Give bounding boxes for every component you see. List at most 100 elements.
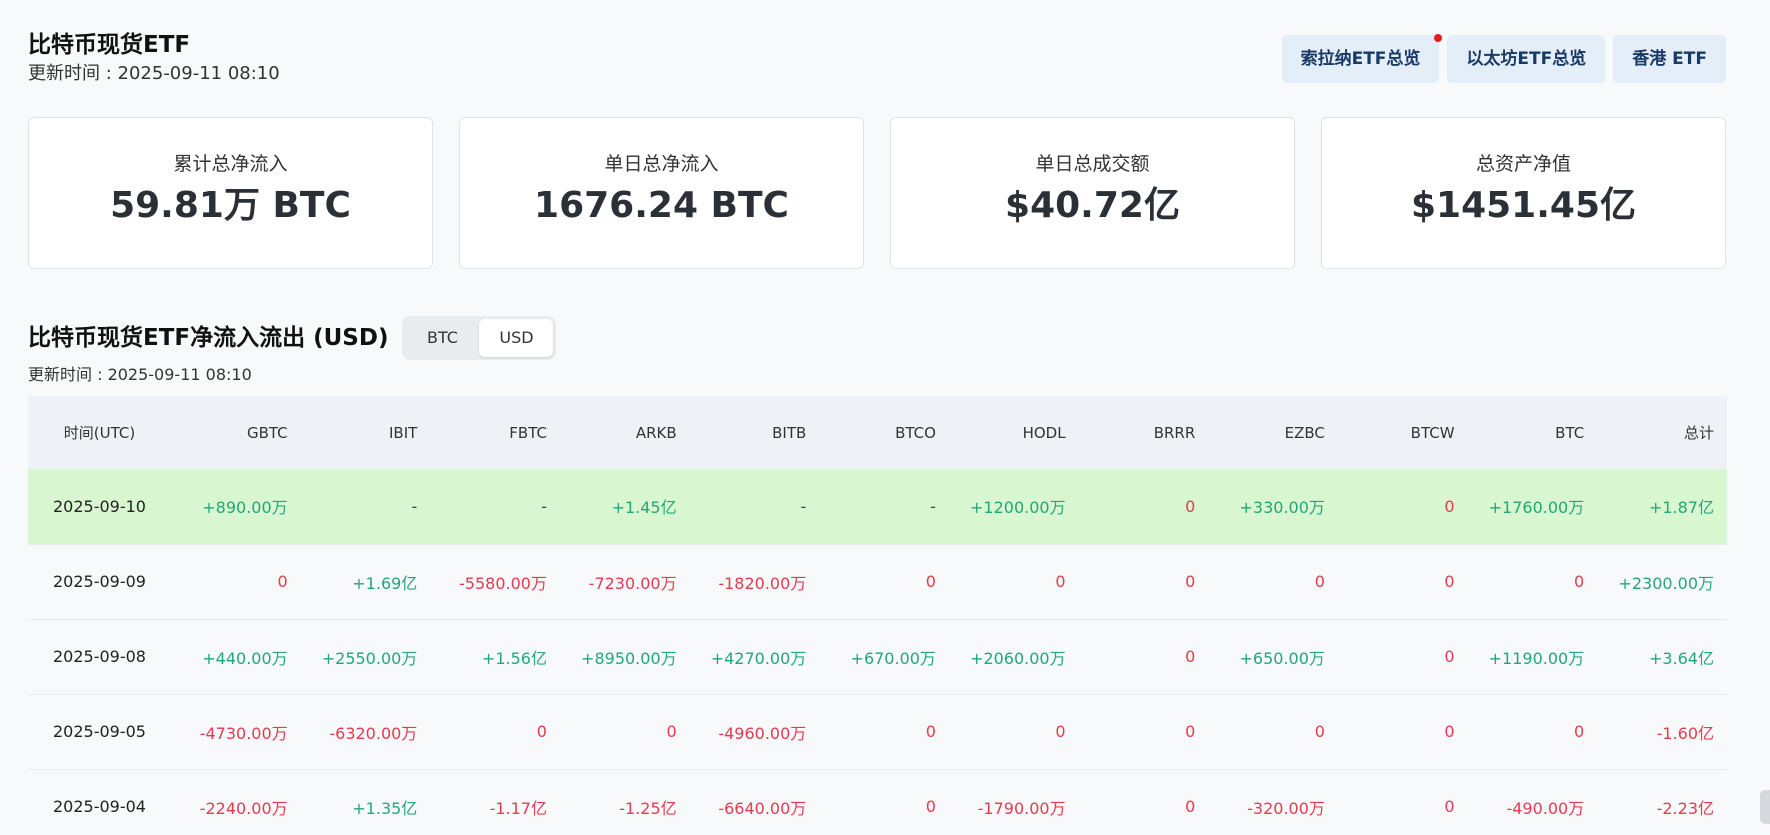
flow-cell: 0 [819,544,949,620]
flow-cell: -4730.00万 [171,694,301,770]
flow-cell: -5580.00万 [430,544,560,620]
flow-cell: - [300,469,431,545]
flow-cell: -4960.00万 [689,694,820,770]
etf-flow-table: 时间(UTC) GBTC IBIT FBTC ARKB BITB BTCO HODL BRRR E… [28,396,1727,835]
column-header: EZBC [1208,396,1338,469]
flow-cell: +670.00万 [819,619,949,695]
date-cell: 2025-09-05 [28,694,171,770]
flow-cell: +4270.00万 [689,619,820,695]
flow-cell: +1.69亿 [300,544,431,620]
flow-cell: +1760.00万 [1467,469,1598,545]
column-header: ARKB [559,396,690,469]
flow-cell: 0 [1078,469,1209,545]
page-header: 比特币现货ETF 更新时间 : 2025-09-11 08:10 [28,30,280,86]
notification-dot-icon [1434,34,1443,42]
flow-cell: +1.56亿 [430,619,560,695]
flow-cell: +1.35亿 [300,769,431,835]
date-cell: 2025-09-09 [28,544,171,620]
scrollbar[interactable] [1760,790,1770,824]
section-title: 比特币现货ETF净流入流出 (USD) [28,325,389,351]
column-header: GBTC [171,396,301,469]
flow-cell: +3.64亿 [1597,619,1727,695]
flow-cell: +1.87亿 [1597,469,1727,545]
button-label: 索拉纳ETF总览 [1300,49,1421,69]
table-row: 2025-09-08 +440.00万 +2550.00万 +1.56亿 +8950.0… [28,619,1727,695]
flow-cell: -490.00万 [1467,769,1598,835]
flow-cell: +1200.00万 [948,469,1079,545]
column-header: 时间(UTC) [28,396,171,469]
stat-value: 59.81万 BTC [110,185,351,226]
flow-cell: - [819,469,949,545]
flow-cell: 0 [559,694,690,770]
flow-cell: 0 [1337,619,1468,695]
flow-cell: -1.25亿 [559,769,690,835]
flow-cell: -1820.00万 [689,544,820,620]
stat-value: $40.72亿 [1005,185,1180,226]
flow-cell: 0 [1078,544,1209,620]
solana-etf-overview-button[interactable]: 索拉纳ETF总览 [1281,34,1443,83]
button-label: 香港 ETF [1632,49,1707,69]
table-row: 2025-09-10 +890.00万 - - +1.45亿 - - +1200.00万 0 +3… [28,469,1727,545]
flow-cell: - [430,469,560,545]
date-cell: 2025-09-08 [28,619,171,695]
section-header: 比特币现货ETF净流入流出 (USD) BTC USD [28,316,557,360]
table-header-row: 时间(UTC) GBTC IBIT FBTC ARKB BITB BTCO HODL BRRR E… [28,396,1727,469]
flow-cell: 0 [171,544,301,620]
flow-cell: 0 [1078,769,1209,835]
column-header: IBIT [300,396,431,469]
column-header: BITB [689,396,820,469]
toggle-usd[interactable]: USD [479,319,554,357]
flow-cell: +440.00万 [171,619,301,695]
stat-card-cumulative-inflow: 累计总净流入 59.81万 BTC [28,117,433,269]
stat-label: 总资产净值 [1475,153,1571,175]
flow-cell: +2550.00万 [300,619,431,695]
column-header: FBTC [430,396,560,469]
flow-cell: +8950.00万 [559,619,690,695]
flow-cell: -1.60亿 [1597,694,1727,770]
flow-cell: +2060.00万 [948,619,1079,695]
table-row: 2025-09-04 -2240.00万 +1.35亿 -1.17亿 -1.25亿 -66… [28,769,1727,835]
flow-cell: 0 [1467,694,1598,770]
flow-cell: 0 [819,769,949,835]
stat-label: 单日总净流入 [604,153,719,175]
stat-value: $1451.45亿 [1410,185,1637,226]
flow-cell: 0 [948,544,1079,620]
flow-cell: +2300.00万 [1597,544,1727,620]
update-time: 更新时间 : 2025-09-11 08:10 [28,63,280,84]
flow-cell: 0 [1208,694,1338,770]
flow-cell: 0 [1337,694,1468,770]
toggle-btc[interactable]: BTC [405,319,479,357]
flow-cell: 0 [1467,544,1598,620]
flow-cell: +1190.00万 [1467,619,1598,695]
flow-cell: 0 [1078,619,1209,695]
flow-cell: -7230.00万 [559,544,690,620]
date-cell: 2025-09-04 [28,769,171,835]
flow-cell: 0 [819,694,949,770]
table-row: 2025-09-09 0 +1.69亿 -5580.00万 -7230.00万 -1820… [28,544,1727,620]
flow-cell: -6640.00万 [689,769,820,835]
flow-cell: +890.00万 [171,469,301,545]
flow-cell: +1.45亿 [559,469,690,545]
column-header: HODL [948,396,1079,469]
flow-cell: 0 [1337,544,1468,620]
table-row: 2025-09-05 -4730.00万 -6320.00万 0 0 -4960.00万 0… [28,694,1727,770]
flow-cell: 0 [948,694,1079,770]
flow-cell: -1790.00万 [948,769,1079,835]
column-header: BTCW [1337,396,1468,469]
flow-cell: 0 [1208,544,1338,620]
flow-cell: -320.00万 [1208,769,1338,835]
flow-cell: 0 [1078,694,1209,770]
stat-card-total-net-assets: 总资产净值 $1451.45亿 [1321,117,1726,269]
hongkong-etf-button[interactable]: 香港 ETF [1613,35,1726,83]
ethereum-etf-overview-button[interactable]: 以太坊ETF总览 [1447,35,1606,83]
stat-label: 累计总净流入 [173,153,288,175]
stats-cards: 累计总净流入 59.81万 BTC 单日总净流入 1676.24 BTC 单日总… [28,117,1726,269]
page-title: 比特币现货ETF [28,32,191,58]
flow-cell: +650.00万 [1208,619,1338,695]
flow-cell: -2240.00万 [171,769,301,835]
column-header: BTCO [819,396,949,469]
flow-cell: 0 [1337,769,1468,835]
column-header: 总计 [1597,396,1727,469]
flow-cell: - [689,469,820,545]
stat-value: 1676.24 BTC [534,185,789,226]
